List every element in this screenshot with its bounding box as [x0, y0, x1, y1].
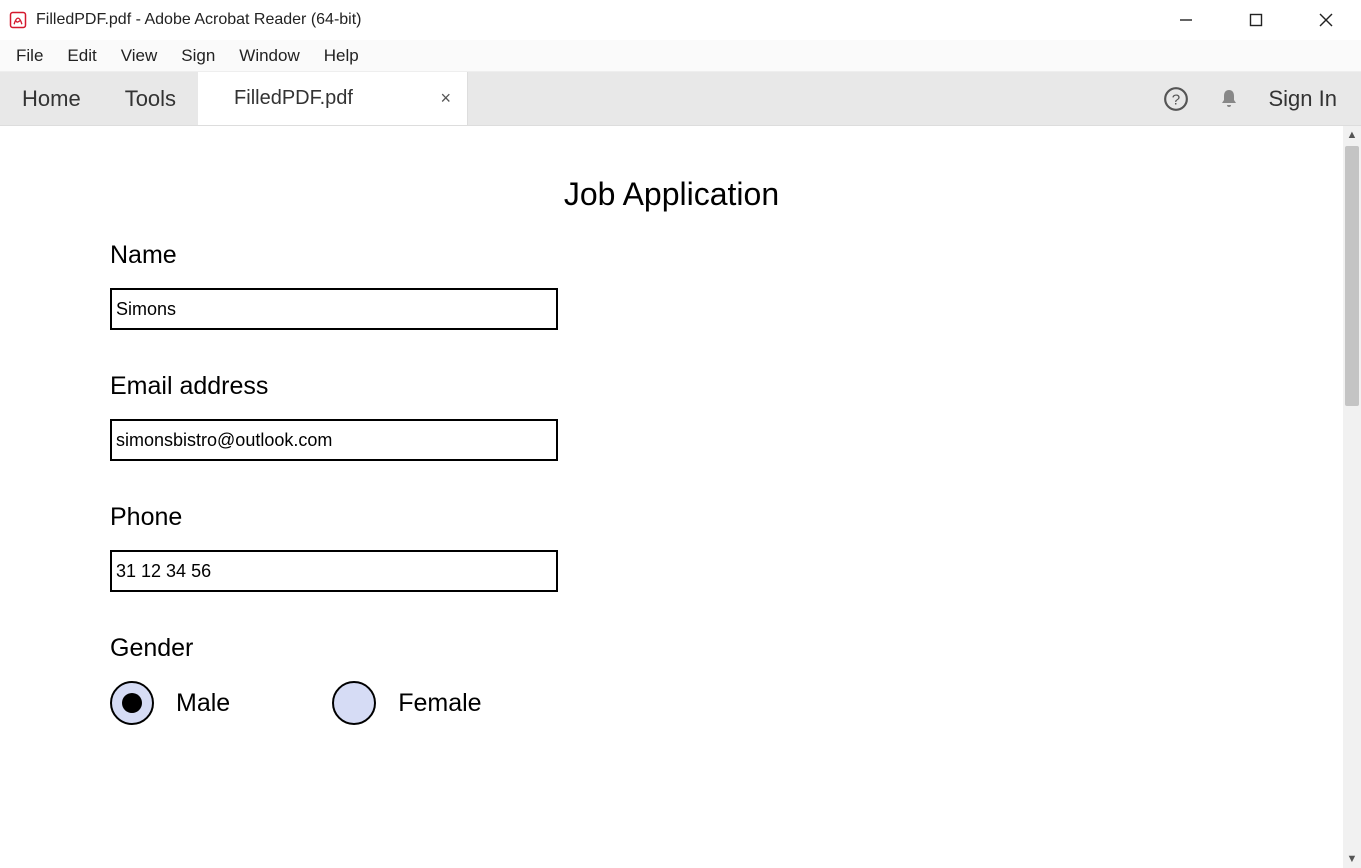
window-controls — [1151, 0, 1361, 40]
window-title: FilledPDF.pdf - Adobe Acrobat Reader (64… — [36, 11, 362, 29]
scroll-up-icon[interactable]: ▲ — [1343, 126, 1361, 144]
tab-home[interactable]: Home — [0, 72, 103, 125]
name-block: Name Simons — [110, 241, 1343, 330]
radio-male[interactable] — [110, 681, 154, 725]
email-value: simonsbistro@outlook.com — [116, 430, 332, 451]
help-icon[interactable]: ? — [1163, 86, 1189, 112]
name-field[interactable]: Simons — [110, 288, 558, 330]
menu-view[interactable]: View — [109, 42, 170, 70]
phone-block: Phone 31 12 34 56 — [110, 503, 1343, 592]
radio-female[interactable] — [332, 681, 376, 725]
acrobat-icon — [8, 10, 28, 30]
vertical-scrollbar[interactable]: ▲ ▼ — [1343, 126, 1361, 868]
tab-tools[interactable]: Tools — [103, 72, 198, 125]
bell-icon[interactable] — [1217, 87, 1241, 111]
name-value: Simons — [116, 299, 176, 320]
phone-value: 31 12 34 56 — [116, 561, 211, 582]
phone-field[interactable]: 31 12 34 56 — [110, 550, 558, 592]
tab-bar: Home Tools FilledPDF.pdf × ? Sign In — [0, 72, 1361, 126]
tab-close-icon[interactable]: × — [441, 88, 452, 109]
tab-document[interactable]: FilledPDF.pdf × — [198, 72, 468, 125]
menu-sign[interactable]: Sign — [169, 42, 227, 70]
phone-label: Phone — [110, 503, 1343, 532]
radio-female-label: Female — [398, 689, 481, 718]
gender-label: Gender — [110, 634, 1343, 663]
form-title: Job Application — [0, 176, 1343, 213]
maximize-button[interactable] — [1221, 0, 1291, 40]
menu-file[interactable]: File — [4, 42, 55, 70]
menu-help[interactable]: Help — [312, 42, 371, 70]
pdf-page: Job Application Name Simons Email addres… — [0, 126, 1343, 868]
gender-options: Male Female — [110, 681, 1343, 725]
document-viewport: Job Application Name Simons Email addres… — [0, 126, 1361, 868]
svg-text:?: ? — [1171, 91, 1179, 108]
email-block: Email address simonsbistro@outlook.com — [110, 372, 1343, 461]
sign-in-button[interactable]: Sign In — [1269, 86, 1338, 112]
radio-male-label: Male — [176, 689, 230, 718]
close-button[interactable] — [1291, 0, 1361, 40]
scroll-thumb[interactable] — [1345, 146, 1359, 406]
minimize-button[interactable] — [1151, 0, 1221, 40]
email-field[interactable]: simonsbistro@outlook.com — [110, 419, 558, 461]
menu-edit[interactable]: Edit — [55, 42, 108, 70]
scroll-down-icon[interactable]: ▼ — [1343, 850, 1361, 868]
email-label: Email address — [110, 372, 1343, 401]
toolbar-right: ? Sign In — [1163, 72, 1361, 125]
name-label: Name — [110, 241, 1343, 270]
tab-document-label: FilledPDF.pdf — [234, 87, 353, 110]
menu-bar: File Edit View Sign Window Help — [0, 40, 1361, 72]
menu-window[interactable]: Window — [227, 42, 311, 70]
title-bar: FilledPDF.pdf - Adobe Acrobat Reader (64… — [0, 0, 1361, 40]
gender-block: Gender Male Female — [110, 634, 1343, 725]
